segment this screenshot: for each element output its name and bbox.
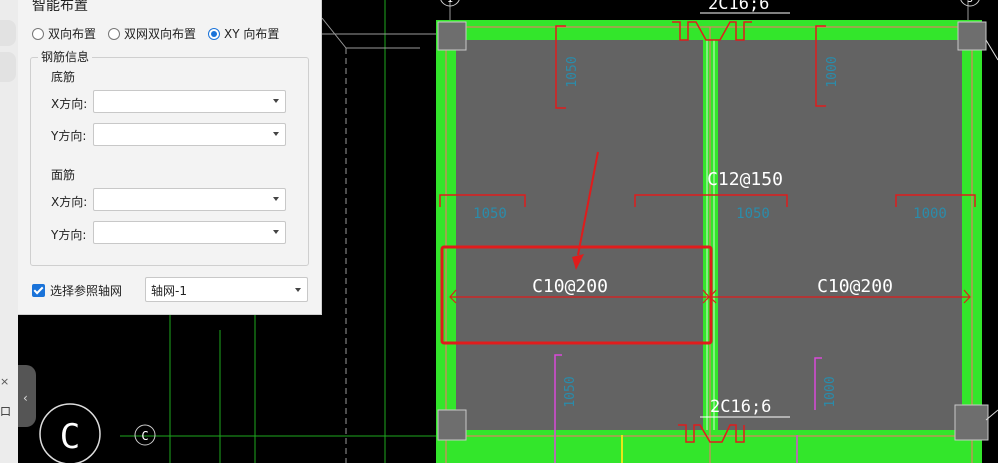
top-y-label: Y方向: [51,228,87,242]
axis-grid-select[interactable]: 轴网-1 [145,277,308,302]
chevron-left-icon: ‹ [23,391,28,405]
panel-title: 智能布置 [32,0,88,14]
radio-dot[interactable] [208,27,221,40]
strip-button[interactable] [0,20,16,46]
radio-dot[interactable] [108,27,121,40]
rebar-label-c12[interactable]: C12@150 [707,169,783,190]
bottom-y-select[interactable] [93,123,286,146]
column[interactable] [954,404,989,441]
dim-text: 1050 [473,206,507,222]
beam-label-bottom[interactable]: 2C16;6 [710,397,771,417]
left-toolbar-strip: × 口 [0,0,18,463]
grid-line [321,17,347,49]
chevron-down-icon [273,230,279,234]
dim-text: 1000 [823,376,838,407]
collapse-panel-button[interactable]: ‹ [18,365,36,427]
top-rebar-label: 面筋 [51,168,76,182]
rebar-label-c10-right[interactable]: C10@200 [817,276,893,297]
radio-xy[interactable]: XY 向布置 [208,25,279,42]
chevron-down-icon [273,197,279,201]
bottom-y-label: Y方向: [51,129,87,143]
axis-grid-value: 轴网-1 [151,284,187,298]
chevron-down-icon [273,99,279,103]
top-y-select[interactable] [93,221,286,244]
rebar-label-c10-left[interactable]: C10@200 [532,276,608,297]
checkbox-label: 选择参照轴网 [50,284,123,298]
column[interactable] [437,21,467,51]
bottom-x-label: X方向: [51,97,88,111]
radio-label: XY 向布置 [224,27,280,41]
strip-button[interactable] [0,52,16,82]
top-x-label: X方向: [51,195,88,209]
dim-text: 1050 [563,376,578,407]
column[interactable] [957,21,987,51]
cut-icon[interactable]: 口 [0,403,11,419]
axis-label-c: C [60,417,80,457]
grid-line [985,39,998,61]
axis-label: 1 [447,0,453,5]
axis-label-small: C [141,429,148,443]
dim-text: 1000 [825,56,840,87]
chevron-down-icon [273,132,279,136]
radio-label: 双网双向布置 [124,27,197,41]
smart-layout-panel: 智能布置 双向布置 双网双向布置 XY 向布置 钢筋信息 底筋 X方向: Y方向… [18,0,322,315]
bottom-rebar-label: 底筋 [51,70,76,84]
radio-double-net[interactable]: 双网双向布置 [108,25,196,42]
rebar-info-legend: 钢筋信息 [38,48,93,65]
checkbox-checked-icon[interactable] [32,284,45,297]
radio-label: 双向布置 [48,27,97,41]
radio-dot[interactable] [32,27,44,40]
slab-left[interactable] [456,40,703,430]
dim-text: 1000 [913,206,947,222]
dim-text: 1050 [736,206,770,222]
axis-label: 3 [967,0,973,5]
beam-label-top[interactable]: 2C16;6 [708,0,769,14]
slab-right[interactable] [718,40,962,430]
bottom-x-select[interactable] [93,90,286,113]
layout-mode-group: 双向布置 双网双向布置 XY 向布置 [32,25,291,42]
radio-two-way[interactable]: 双向布置 [32,25,96,42]
close-icon[interactable]: × [0,375,9,388]
chevron-down-icon [295,288,301,292]
top-x-select[interactable] [93,188,286,211]
ref-axis-checkbox[interactable]: 选择参照轴网 [32,282,122,299]
dim-text: 1050 [565,56,580,87]
column[interactable] [437,409,467,441]
